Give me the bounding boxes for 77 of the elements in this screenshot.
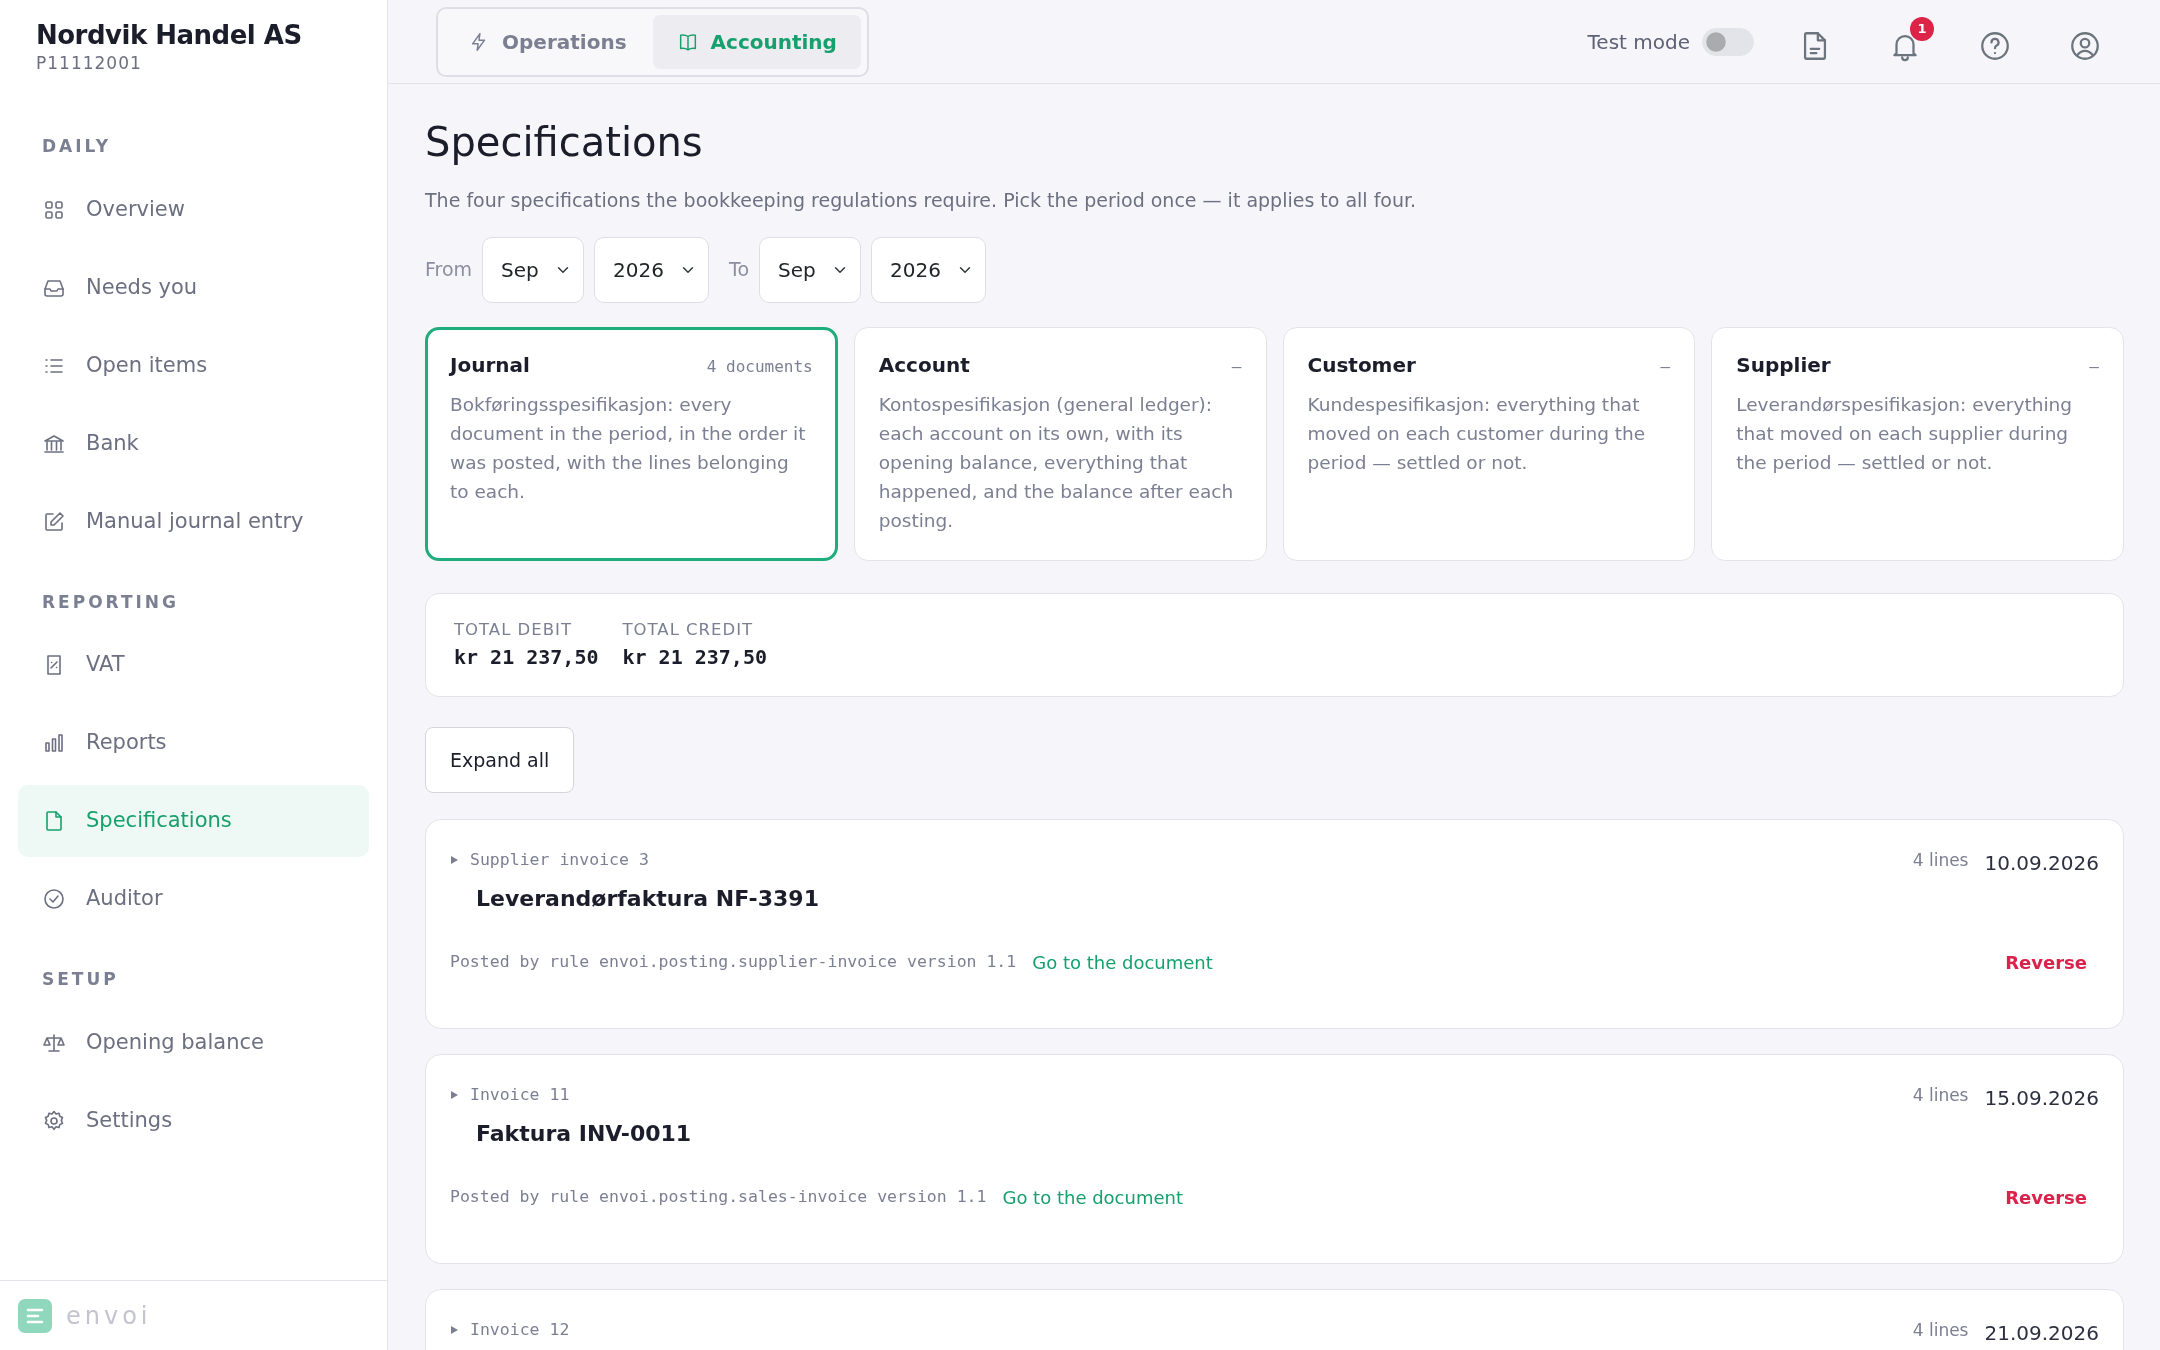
document-type: Invoice 12 — [470, 1319, 570, 1342]
sidebar-item[interactable]: Bank — [18, 407, 369, 480]
sidebar-item[interactable]: Reports — [18, 707, 369, 779]
card-meta: – — [1660, 355, 1671, 378]
expand-all-button[interactable]: Expand all — [425, 727, 575, 794]
line-count: 4 lines — [1912, 849, 1969, 873]
org-number: P11112001 — [36, 55, 143, 72]
brand-name: envoi — [66, 1300, 152, 1332]
card-title: Supplier — [1736, 351, 1831, 379]
document-link[interactable]: Go to the document — [1002, 1184, 1183, 1212]
rule-text: Posted by rule envoi.posting.supplier-invoice version 1.1 — [450, 951, 1017, 974]
document-date: 15.09.2026 — [1984, 1085, 2099, 1113]
card-title: Customer — [1307, 351, 1416, 379]
expand-icon[interactable] — [450, 1324, 460, 1337]
to-label: To — [729, 257, 750, 283]
total-label: TOTAL CREDIT — [622, 618, 755, 641]
from-label: From — [425, 257, 473, 283]
select-field[interactable]: 2026 — [594, 236, 710, 303]
test-mode-toggle[interactable] — [1702, 27, 1754, 56]
card-description: Leverandørspesifikasjon: everything that moved on each supplier during the period — settled or not. — [1736, 392, 2073, 475]
card-description: Bokføringsspesifikasjon: every document in the period, in the order it was posted, with the lines belonging to each. — [450, 392, 807, 504]
card-description: Kundespesifikasjon: everything that moved on each customer during the period — settled or not. — [1307, 392, 1647, 475]
section-heading: DAILY — [41, 135, 113, 158]
company-name: Nordvik Handel AS — [36, 19, 303, 52]
spec-card[interactable]: Supplier – Leverandørspesifikasjon: everything that moved on each supplier during the period — settled or not. — [1711, 326, 2124, 561]
logo-icon — [18, 1298, 52, 1333]
expand-icon[interactable] — [450, 1089, 460, 1102]
page-title: Specifications — [425, 118, 704, 166]
spec-card[interactable]: Journal 4 documents Bokføringsspesifikasjon: every document in the period, in the order it was posted, with the lines belonging to each. — [425, 326, 838, 561]
sidebar-item[interactable]: VAT — [18, 629, 369, 701]
document-date: 10.09.2026 — [1984, 850, 2099, 878]
sidebar-item[interactable]: Auditor — [18, 863, 369, 935]
card-meta: – — [2089, 355, 2099, 378]
select-field[interactable]: Sep — [482, 236, 585, 303]
sidebar-item[interactable]: Settings — [18, 1084, 369, 1157]
total-label: TOTAL DEBIT — [454, 618, 573, 641]
sidebar-item[interactable]: Opening balance — [18, 1006, 369, 1079]
sidebar-item[interactable]: Open items — [18, 329, 369, 402]
total-value: kr 21 237,50 — [454, 644, 599, 672]
sidebar-item[interactable]: Overview — [18, 173, 369, 246]
document-type: Invoice 11 — [470, 1084, 570, 1107]
card-title: Journal — [450, 351, 530, 379]
select-field[interactable]: 2026 — [871, 236, 987, 303]
tab[interactable]: Operations — [444, 14, 651, 69]
expand-icon[interactable] — [450, 854, 460, 867]
toolbar-button[interactable]: 1 — [1884, 16, 1934, 67]
total-value: kr 21 237,50 — [622, 644, 767, 672]
document-title: Faktura INV-0011 — [476, 1120, 693, 1149]
notification-badge: 1 — [1910, 16, 1934, 41]
check-circle-icon — [42, 887, 66, 911]
line-count: 4 lines — [1912, 1319, 1969, 1343]
section-heading: REPORTING — [41, 590, 181, 614]
bar-chart-icon — [42, 731, 66, 755]
spec-card[interactable]: Account – Kontospesifikasjon (general ledger): each account on its own, with its opening balance, everything that happened, and the balance after each posting. — [853, 326, 1267, 561]
reverse-button[interactable]: Reverse — [2005, 949, 2087, 977]
card-meta: – — [1231, 355, 1242, 378]
document-title: Leverandørfaktura NF-3391 — [476, 885, 820, 914]
rule-text: Posted by rule envoi.posting.sales-invoice version 1.1 — [450, 1186, 987, 1209]
sidebar-item[interactable]: Specifications — [18, 785, 369, 857]
spec-card[interactable]: Customer – Kundespesifikasjon: everything that moved on each customer during the period — settled or not. — [1282, 326, 1696, 561]
card-meta: 4 documents — [706, 355, 813, 378]
tab[interactable]: Accounting — [652, 14, 861, 69]
section-heading: SETUP — [41, 968, 120, 991]
document-link[interactable]: Go to the document — [1032, 949, 1213, 977]
select-field[interactable]: Sep — [759, 236, 862, 303]
sidebar-item[interactable]: Needs you — [18, 251, 369, 324]
reverse-button[interactable]: Reverse — [2005, 1184, 2087, 1212]
pencil-icon — [42, 509, 66, 534]
page-description: The four specifications the bookkeeping regulations require. Pick the period once — it applies to all four. — [425, 188, 1418, 213]
test-mode-label: Test mode — [1587, 28, 1690, 56]
document-date: 21.09.2026 — [1984, 1320, 2099, 1348]
card-title: Account — [878, 351, 970, 379]
card-description: Kontospesifikasjon (general ledger): each account on its own, with its opening balance, everything that happened, and the balance after each posting. — [878, 392, 1235, 533]
settings-icon — [42, 1108, 66, 1133]
line-count: 4 lines — [1912, 1084, 1969, 1108]
document-type: Supplier invoice 3 — [470, 849, 649, 872]
sidebar-item[interactable]: Manual journal entry — [18, 485, 369, 558]
